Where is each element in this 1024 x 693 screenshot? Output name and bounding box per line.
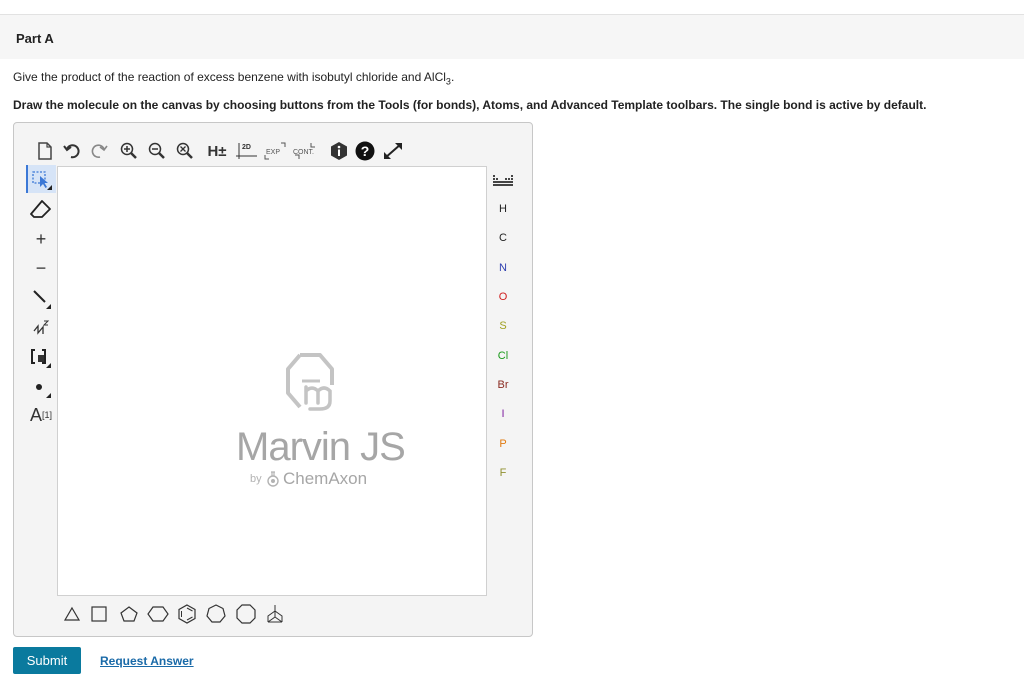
increase-charge-icon[interactable]: +	[26, 225, 56, 253]
templates-toolbar	[60, 599, 320, 627]
tools-toolbar: + − A [1]	[26, 165, 56, 525]
atom-p-label: P	[499, 437, 507, 450]
decrease-charge-icon[interactable]: −	[26, 254, 56, 282]
atom-h-label: H	[499, 202, 507, 215]
marvin-editor: H± 2D EXP CONT. ? + − A [1] Marvin JS by…	[13, 122, 533, 637]
atom-f-label: F	[499, 466, 507, 479]
atom-br-label: Br	[497, 378, 509, 391]
atom-s-button[interactable]: S	[488, 311, 518, 340]
clean-2d-icon[interactable]: 2D	[234, 137, 260, 165]
request-answer-link[interactable]: Request Answer	[100, 654, 194, 668]
single-bond-icon[interactable]	[26, 284, 56, 312]
question-end: .	[450, 70, 455, 84]
expand-group-icon[interactable]: EXP	[262, 137, 290, 165]
svg-text:2D: 2D	[242, 144, 251, 151]
instruction-text: Draw the molecule on the canvas by choos…	[13, 98, 927, 112]
watermark-company: ChemAxon	[283, 469, 368, 488]
zoom-out-icon[interactable]	[144, 137, 170, 165]
submit-button[interactable]: Submit	[13, 647, 81, 674]
redo-icon[interactable]	[86, 137, 112, 165]
atom-mapping-icon[interactable]: A [1]	[26, 401, 56, 429]
atom-c-button[interactable]: C	[488, 223, 518, 252]
cyclopentane-icon[interactable]	[117, 603, 141, 625]
chain-icon[interactable]	[26, 313, 56, 341]
new-document-icon[interactable]	[32, 137, 58, 165]
marvin-logo-icon	[280, 351, 344, 415]
cyclobutane-icon[interactable]	[87, 603, 111, 625]
atom-h-button[interactable]: H	[488, 194, 518, 223]
atom-i-button[interactable]: I	[488, 399, 518, 428]
select-icon[interactable]	[26, 165, 56, 193]
question-text: Give the product of the reaction of exce…	[13, 70, 454, 86]
atom-n-label: N	[499, 261, 507, 274]
zoom-fit-icon[interactable]	[172, 137, 198, 165]
chemaxon-flask-icon	[266, 471, 280, 487]
atom-i-label: I	[501, 407, 505, 420]
atom-n-button[interactable]: N	[488, 253, 518, 282]
cyclooctane-icon[interactable]	[234, 603, 258, 625]
atom-o-label: O	[498, 290, 508, 303]
atom-p-button[interactable]: P	[488, 429, 518, 458]
watermark-title: Marvin JS	[236, 425, 406, 469]
help-icon[interactable]: ?	[352, 137, 378, 165]
cyclopropane-icon[interactable]	[60, 603, 84, 625]
explicit-hydrogens-button[interactable]: H±	[202, 137, 232, 165]
template-library-icon[interactable]	[263, 603, 287, 625]
atom-o-button[interactable]: O	[488, 282, 518, 311]
atom-s-label: S	[499, 319, 507, 332]
atom-f-button[interactable]: F	[488, 458, 518, 487]
atom-mapping-sup: [1]	[42, 410, 53, 420]
cyclohexane-icon[interactable]	[146, 603, 170, 625]
atom-br-button[interactable]: Br	[488, 370, 518, 399]
atom-mapping-label: A	[29, 404, 42, 425]
svg-text:?: ?	[361, 143, 370, 159]
erase-icon[interactable]	[26, 195, 56, 223]
contract-group-icon[interactable]: CONT.	[291, 137, 321, 165]
info-icon[interactable]	[326, 137, 352, 165]
radical-icon[interactable]	[26, 373, 56, 401]
drawing-canvas[interactable]: Marvin JS by ChemAxon	[57, 166, 487, 596]
undo-icon[interactable]	[59, 137, 85, 165]
part-title: Part A	[16, 31, 54, 46]
fullscreen-icon[interactable]	[380, 137, 406, 165]
part-header: Part A	[0, 15, 1024, 59]
cycloheptane-icon[interactable]	[204, 603, 228, 625]
periodic-table-icon[interactable]	[488, 165, 518, 194]
watermark-by: by	[250, 473, 262, 485]
atoms-toolbar: H C N O S Cl Br I P F	[488, 165, 518, 505]
top-toolbar: H± 2D EXP CONT. ?	[32, 137, 412, 165]
svg-text:EXP: EXP	[266, 149, 280, 156]
atom-cl-label: Cl	[497, 349, 509, 362]
question-main: Give the product of the reaction of exce…	[13, 70, 446, 84]
atom-c-label: C	[499, 231, 507, 244]
atom-cl-button[interactable]: Cl	[488, 341, 518, 370]
zoom-in-icon[interactable]	[116, 137, 142, 165]
benzene-icon[interactable]	[175, 603, 199, 625]
bracket-icon[interactable]	[26, 343, 56, 371]
svg-text:CONT.: CONT.	[293, 149, 314, 156]
